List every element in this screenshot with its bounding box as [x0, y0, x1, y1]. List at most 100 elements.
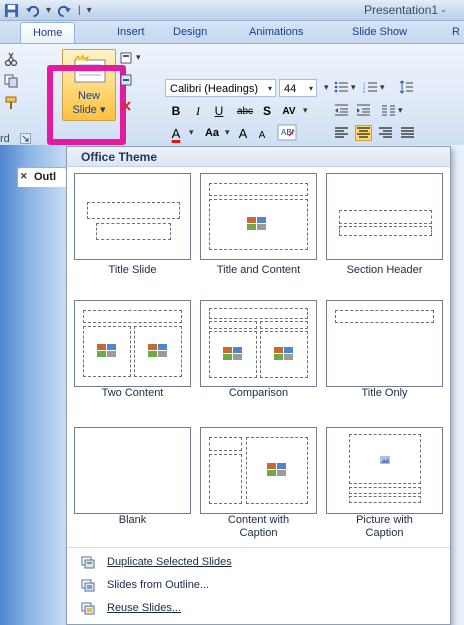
layout-label-picture-with-caption[interactable]: Picture with Caption [321, 514, 448, 540]
layout-label-blank[interactable]: Blank [69, 514, 196, 527]
content-icons [223, 347, 242, 360]
font-name-dropdown-icon[interactable]: ▾ [268, 80, 272, 98]
bullets-button[interactable] [333, 79, 350, 95]
grow-font-small[interactable]: ▾ [324, 82, 329, 93]
content-icons [97, 344, 116, 357]
right-content-placeholder [134, 326, 182, 377]
layout-label-comparison[interactable]: Comparison [195, 387, 322, 400]
layout-comparison-thumbnail[interactable] [200, 300, 317, 387]
decrease-indent-button[interactable] [333, 102, 350, 118]
save-icon[interactable] [4, 3, 19, 18]
close-icon[interactable]: ✕ [20, 171, 28, 182]
menu-item-duplicate-selected-slides[interactable]: Duplicate Selected Slides [67, 553, 450, 574]
customize-arrow-icon[interactable]: ▾ [87, 5, 92, 16]
columns-dropdown-icon[interactable]: ▾ [398, 105, 403, 116]
bullets-icon [334, 81, 348, 93]
tab-outline[interactable]: ✕ Outl [17, 167, 67, 187]
grow-font-button[interactable]: A [236, 125, 250, 142]
underline-button[interactable]: U [212, 103, 226, 120]
font-size-dropdown-icon[interactable]: ▾ [309, 80, 313, 98]
text-shadow-button[interactable]: S [260, 103, 274, 120]
tab-animations[interactable]: Animations [249, 24, 303, 40]
font-color-dropdown-icon[interactable]: ▾ [189, 127, 194, 138]
char-spacing-dropdown-icon[interactable]: ▾ [303, 105, 308, 116]
duplicate-slides-icon [81, 556, 95, 569]
tab-insert[interactable]: Insert [117, 24, 145, 40]
numbering-icon: 123 [363, 81, 377, 94]
tab-design[interactable]: Design [173, 24, 207, 40]
layout-label-title-slide[interactable]: Title Slide [69, 264, 196, 277]
layout-label-title-and-content[interactable]: Title and Content [195, 264, 322, 277]
layout-label-title-only[interactable]: Title Only [321, 387, 448, 400]
layout-label-section-header[interactable]: Section Header [321, 264, 448, 277]
layout-title-slide-thumbnail[interactable] [74, 173, 191, 260]
font-size-combo[interactable]: 44 ▾ [279, 79, 317, 97]
layout-section-header-thumbnail[interactable] [326, 173, 443, 260]
align-right-button[interactable] [377, 125, 394, 141]
align-center-button[interactable] [355, 125, 372, 141]
menu-item-label: Slides from Outline... [107, 579, 210, 591]
content-icons [247, 217, 266, 230]
copy-icon[interactable] [4, 74, 18, 88]
shrink-font-button[interactable]: A [256, 127, 268, 144]
new-slide-highlight-box [47, 65, 126, 145]
layout-two-content-thumbnail[interactable] [74, 300, 191, 387]
menu-separator [67, 547, 450, 548]
layout-picture-with-caption-thumbnail[interactable] [326, 427, 443, 514]
caption-placeholder [349, 496, 421, 503]
tab-slide-show[interactable]: Slide Show [352, 24, 407, 40]
window-title: Presentation1 - [364, 3, 446, 17]
justify-button[interactable] [399, 125, 416, 141]
content-icons [148, 344, 167, 357]
undo-dropdown-arrow[interactable]: ▾ [46, 5, 51, 16]
change-case-button[interactable]: Aa [203, 125, 221, 142]
cut-icon[interactable] [4, 52, 18, 66]
caption-placeholder [209, 454, 242, 504]
reset-icon[interactable] [120, 74, 132, 86]
change-case-dropdown-icon[interactable]: ▾ [225, 127, 230, 138]
align-left-button[interactable] [333, 125, 350, 141]
menu-item-label: Reuse Slides... [107, 602, 181, 614]
redo-icon[interactable] [57, 3, 72, 18]
layout-icon[interactable] [120, 52, 132, 64]
line-spacing-icon [399, 80, 413, 94]
numbering-dropdown-icon[interactable]: ▾ [380, 82, 385, 93]
layout-dropdown-arrow[interactable]: ▾ [136, 52, 141, 63]
font-color-button[interactable]: A [168, 125, 184, 142]
layout-label-two-content[interactable]: Two Content [69, 387, 196, 400]
dialog-launcher-icon[interactable] [20, 133, 31, 144]
menu-item-slides-from-outline[interactable]: Slides from Outline... [67, 576, 450, 597]
format-painter-icon[interactable] [4, 96, 18, 110]
ribbon-tab-bar: Home Insert Design Animations Slide Show… [0, 21, 464, 44]
layout-title-and-content-thumbnail[interactable] [200, 173, 317, 260]
layout-content-with-caption-thumbnail[interactable] [200, 427, 317, 514]
bold-button[interactable]: B [169, 103, 183, 120]
undo-icon[interactable] [25, 3, 40, 18]
strikethrough-button[interactable]: abc [233, 103, 257, 120]
qat-separator: | [78, 4, 81, 16]
tab-review[interactable]: R [452, 24, 460, 40]
clear-formatting-icon[interactable]: ABI [277, 124, 297, 141]
menu-item-reuse-slides[interactable]: Reuse Slides... [67, 599, 450, 620]
italic-button[interactable]: I [191, 103, 205, 120]
title-placeholder [209, 437, 242, 451]
picture-placeholder [349, 434, 421, 484]
font-name-value: Calibri (Headings) [170, 83, 259, 95]
font-name-combo[interactable]: Calibri (Headings) ▾ [165, 79, 276, 97]
left-content-placeholder [83, 326, 131, 377]
numbering-button[interactable]: 123 [362, 79, 379, 95]
line-spacing-button[interactable] [398, 79, 415, 95]
tab-home[interactable]: Home [20, 22, 76, 44]
text-placeholder [339, 226, 432, 236]
increase-indent-button[interactable] [355, 102, 372, 118]
delete-icon[interactable] [120, 100, 132, 112]
bullets-dropdown-icon[interactable]: ▾ [351, 82, 356, 93]
layout-label-content-with-caption[interactable]: Content with Caption [195, 514, 322, 540]
svg-text:3: 3 [363, 89, 366, 94]
layout-title-only-thumbnail[interactable] [326, 300, 443, 387]
character-spacing-button[interactable]: AV [278, 103, 300, 120]
layout-label-line-1: Content with [227, 514, 290, 526]
subtitle-placeholder [96, 223, 171, 240]
layout-blank-thumbnail[interactable] [74, 427, 191, 514]
columns-button[interactable] [380, 102, 397, 118]
